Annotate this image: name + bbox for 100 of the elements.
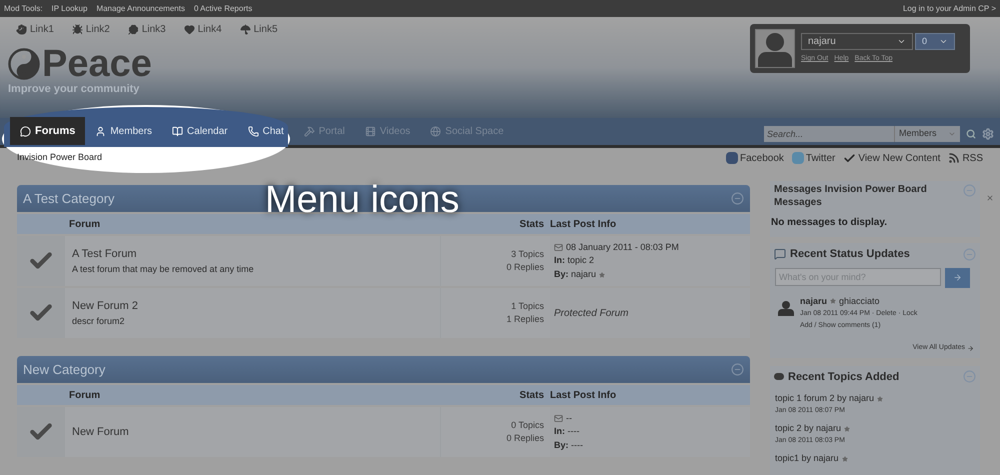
globe-icon <box>430 126 442 136</box>
reply-count: 0 Replies <box>506 261 544 274</box>
envelope-icon <box>554 414 563 423</box>
clover-icon <box>128 24 139 35</box>
topic-count: 3 Topics <box>511 248 544 261</box>
mod-tool-link[interactable]: Manage Announcements <box>96 2 185 14</box>
bug-icon <box>72 24 83 35</box>
status-author[interactable]: najaru <box>800 294 828 308</box>
widget-title: Messages Invision Power Board Messages <box>774 184 928 209</box>
header-link[interactable]: Link2 <box>86 22 110 37</box>
mod-tools-label: Mod Tools: <box>4 2 43 14</box>
category-title[interactable]: New Category <box>23 360 106 380</box>
heart-icon <box>184 24 195 35</box>
nav-tab[interactable]: Forums <box>10 117 86 145</box>
film-icon <box>364 126 376 136</box>
caret-icon <box>948 130 956 138</box>
last-post-date: 08 January 2011 - 08:03 PM <box>566 240 679 254</box>
check-icon <box>843 152 856 164</box>
collapse-icon[interactable] <box>963 184 976 197</box>
nav-tab[interactable]: Members <box>85 117 162 145</box>
header-link[interactable]: Link3 <box>142 22 166 37</box>
avatar-silhouette <box>755 29 795 68</box>
logo-tagline: Improve your community <box>8 82 140 97</box>
column-heading: Forum <box>69 218 102 232</box>
protected-note: Protected Forum <box>554 306 630 320</box>
last-post-topic[interactable]: In: topic 2 <box>554 254 746 268</box>
share-link[interactable]: Twitter <box>806 150 836 166</box>
share-link[interactable]: RSS <box>962 150 983 166</box>
reply-count: 0 Replies <box>506 432 544 445</box>
bubble-icon <box>774 373 784 380</box>
rss-icon <box>948 152 960 164</box>
widget-title: Recent Topics Added <box>788 370 900 384</box>
search-icon[interactable] <box>966 129 976 139</box>
column-heading: Stats <box>520 388 544 402</box>
star-icon <box>842 456 848 462</box>
phone-icon <box>248 126 259 136</box>
last-post-topic[interactable]: In: ---- <box>554 425 746 439</box>
forum-description: descr forum2 <box>72 314 126 328</box>
umbrella-icon <box>240 24 251 35</box>
arrow-icon <box>953 273 962 282</box>
collapse-icon[interactable] <box>731 192 744 205</box>
column-heading: Forum <box>69 388 102 402</box>
last-post-author[interactable]: By: najaru <box>554 268 596 282</box>
search-field[interactable]: Search... <box>764 126 894 142</box>
arrow-icon <box>967 344 974 352</box>
hand-icon <box>16 24 27 35</box>
topic-count: 0 Topics <box>511 418 544 432</box>
category-title[interactable]: A Test Category <box>23 188 115 208</box>
forum-name[interactable]: A Test Forum <box>72 246 433 262</box>
forum-name[interactable]: New Forum 2 <box>72 298 433 314</box>
collapse-icon[interactable] <box>963 248 976 261</box>
column-heading: Stats <box>520 218 544 232</box>
column-heading: Last Post Info <box>550 218 618 232</box>
mod-tool-link[interactable]: 0 Active Reports <box>194 2 252 14</box>
user-menu-dropdown[interactable]: najaru <box>801 33 913 50</box>
annotation-caption: Menu icons <box>265 178 460 223</box>
book-icon <box>172 126 184 136</box>
share-link[interactable]: View New Content <box>858 150 940 166</box>
topic-count: 1 Topics <box>511 300 544 313</box>
close-icon[interactable] <box>986 194 994 202</box>
topic-link[interactable]: topic1 by najaru <box>775 452 839 466</box>
last-post-author[interactable]: By: ---- <box>554 438 584 452</box>
star-icon <box>877 396 884 402</box>
topic-link[interactable]: topic 1 forum 2 by najaru <box>775 392 874 406</box>
settings-icon[interactable] <box>982 128 994 140</box>
star-icon <box>830 298 836 304</box>
caret-icon <box>939 37 948 46</box>
status-text: ghiacciato <box>839 294 880 308</box>
header-link[interactable]: Link1 <box>30 22 54 37</box>
breadcrumb[interactable]: Invision Power Board <box>17 151 102 165</box>
empty-message: No messages to display. <box>770 217 887 228</box>
notifications-dropdown[interactable]: 0 <box>915 33 955 50</box>
column-heading: Last Post Info <box>550 388 618 402</box>
reply-count: 1 Replies <box>506 313 544 326</box>
logo-wordmark: Peace <box>42 45 152 83</box>
header-link[interactable]: Link5 <box>254 22 278 37</box>
yin-yang-logo-icon <box>8 48 40 80</box>
mod-tool-link[interactable]: IP Lookup <box>52 2 88 14</box>
caret-icon <box>897 37 906 46</box>
status-icon <box>774 248 786 260</box>
topic-link[interactable]: topic 2 by najaru <box>775 422 842 436</box>
collapse-icon[interactable] <box>731 363 744 376</box>
widget-title: Recent Status Updates <box>790 247 910 262</box>
admin-cp-link[interactable]: Log in to your Admin CP > <box>902 2 996 14</box>
nav-tab[interactable]: Chat <box>238 117 294 145</box>
post-status-button[interactable] <box>945 268 970 288</box>
nav-tab[interactable]: Calendar <box>162 117 238 145</box>
star-icon <box>599 272 606 278</box>
hammer-icon <box>304 126 315 136</box>
forum-description: A test forum that may be removed at any time <box>72 262 255 276</box>
forum-name[interactable]: New Forum <box>72 424 433 440</box>
envelope-icon <box>554 243 563 252</box>
collapse-icon[interactable] <box>963 370 976 384</box>
star-icon <box>844 426 850 432</box>
last-post-date: -- <box>566 412 572 425</box>
share-link[interactable]: Facebook <box>740 150 784 166</box>
person-icon <box>95 126 106 136</box>
speech-bubble-icon <box>20 126 31 136</box>
search-scope-dropdown[interactable]: Members <box>894 126 960 142</box>
header-link[interactable]: Link4 <box>198 22 222 37</box>
